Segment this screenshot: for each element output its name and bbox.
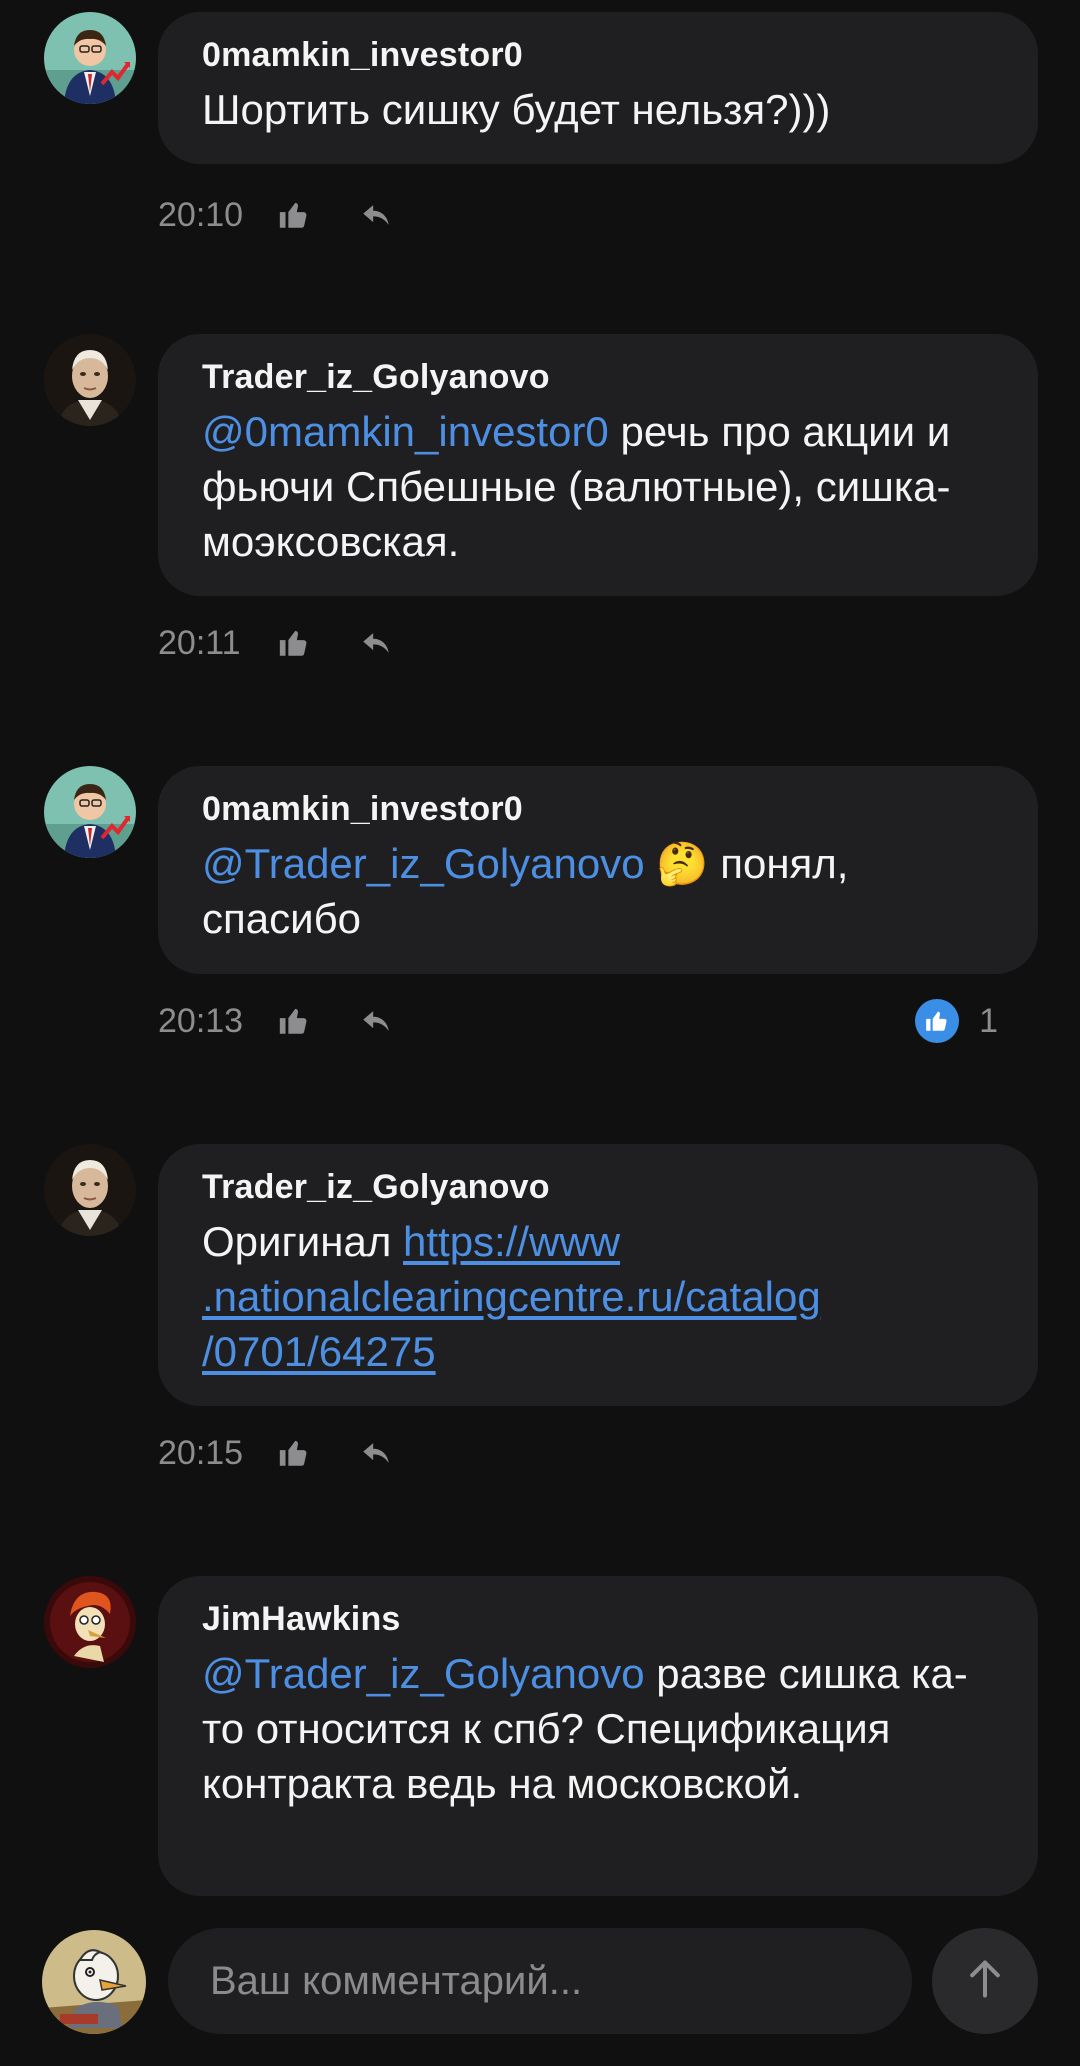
- thumbs-up-icon[interactable]: [272, 621, 316, 665]
- comment-author[interactable]: 0mamkin_investor0: [202, 788, 994, 830]
- comment-time: 20:11: [158, 623, 241, 662]
- like-count: 1: [979, 1001, 998, 1040]
- external-link[interactable]: /0701/64275: [202, 1328, 436, 1375]
- reply-icon[interactable]: [354, 1431, 398, 1475]
- like-badge-icon: [915, 999, 960, 1043]
- reply-icon[interactable]: [354, 621, 398, 665]
- comment-composer: [0, 1900, 1080, 2066]
- comment-text-body: Оригинал: [202, 1218, 403, 1265]
- thumbs-up-icon[interactable]: [272, 1431, 316, 1475]
- comment-bubble: 0mamkin_investor0 @Trader_iz_Golyanovo 🤔…: [158, 766, 1038, 974]
- external-link[interactable]: .nationalclearingcentre.ru/catalog: [202, 1273, 821, 1320]
- comment-bubble: JimHawkins @Trader_iz_Golyanovo разве си…: [158, 1576, 1038, 1896]
- mention-link[interactable]: @0mamkin_investor0: [202, 408, 609, 455]
- reply-icon[interactable]: [354, 999, 398, 1043]
- comment-meta: 20:15: [158, 1428, 1038, 1478]
- comment-text: @Trader_iz_Golyanovo разве сишка ка-то о…: [202, 1646, 994, 1811]
- thinking-face-emoji: 🤔: [656, 840, 709, 887]
- comments-feed[interactable]: 0mamkin_investor0 Шортить сишку будет не…: [0, 0, 1080, 1900]
- arrow-up-icon: [963, 1957, 1007, 2006]
- send-button[interactable]: [932, 1928, 1038, 2034]
- thumbs-up-icon[interactable]: [272, 999, 316, 1043]
- reply-icon[interactable]: [354, 193, 398, 237]
- comment-bubble: Trader_iz_Golyanovo @0mamkin_investor0 р…: [158, 334, 1038, 596]
- external-link[interactable]: https://www: [403, 1218, 620, 1265]
- comment-text: @0mamkin_investor0 речь про акции и фьюч…: [202, 404, 994, 569]
- comment-meta: 20:13 1: [158, 996, 1038, 1046]
- portrait-avatar[interactable]: [44, 1144, 136, 1236]
- comment-meta: 20:11: [158, 618, 1038, 668]
- comment-time: 20:15: [158, 1433, 244, 1472]
- comment-text: Оригинал https://www .nationalclearingcen…: [202, 1214, 994, 1379]
- comment-author[interactable]: Trader_iz_Golyanovo: [202, 1166, 994, 1208]
- comment-author[interactable]: Trader_iz_Golyanovo: [202, 356, 994, 398]
- comment-time: 20:10: [158, 195, 244, 234]
- mention-link[interactable]: @Trader_iz_Golyanovo: [202, 840, 645, 887]
- investor-avatar[interactable]: [44, 766, 136, 858]
- comment-text: Шортить сишку будет нельзя?))): [202, 86, 831, 133]
- thumbs-up-icon[interactable]: [272, 193, 316, 237]
- comment-text: @Trader_iz_Golyanovo 🤔 понял, спасибо: [202, 836, 994, 946]
- comment-input[interactable]: [168, 1928, 912, 2034]
- comment-bubble: Trader_iz_Golyanovo Оригинал https://www…: [158, 1144, 1038, 1406]
- comment-time: 20:13: [158, 1001, 244, 1040]
- mention-link[interactable]: @Trader_iz_Golyanovo: [202, 1650, 645, 1697]
- likes-summary[interactable]: 1: [915, 996, 998, 1046]
- investor-avatar[interactable]: [44, 12, 136, 104]
- comment-bubble: 0mamkin_investor0 Шортить сишку будет не…: [158, 12, 1038, 164]
- cartoon-avatar[interactable]: [44, 1576, 136, 1668]
- comment-meta: 20:10: [158, 190, 1038, 240]
- comment-author[interactable]: JimHawkins: [202, 1598, 994, 1640]
- comment-author[interactable]: 0mamkin_investor0: [202, 34, 994, 76]
- user-duck-avatar[interactable]: [42, 1930, 146, 2034]
- portrait-avatar[interactable]: [44, 334, 136, 426]
